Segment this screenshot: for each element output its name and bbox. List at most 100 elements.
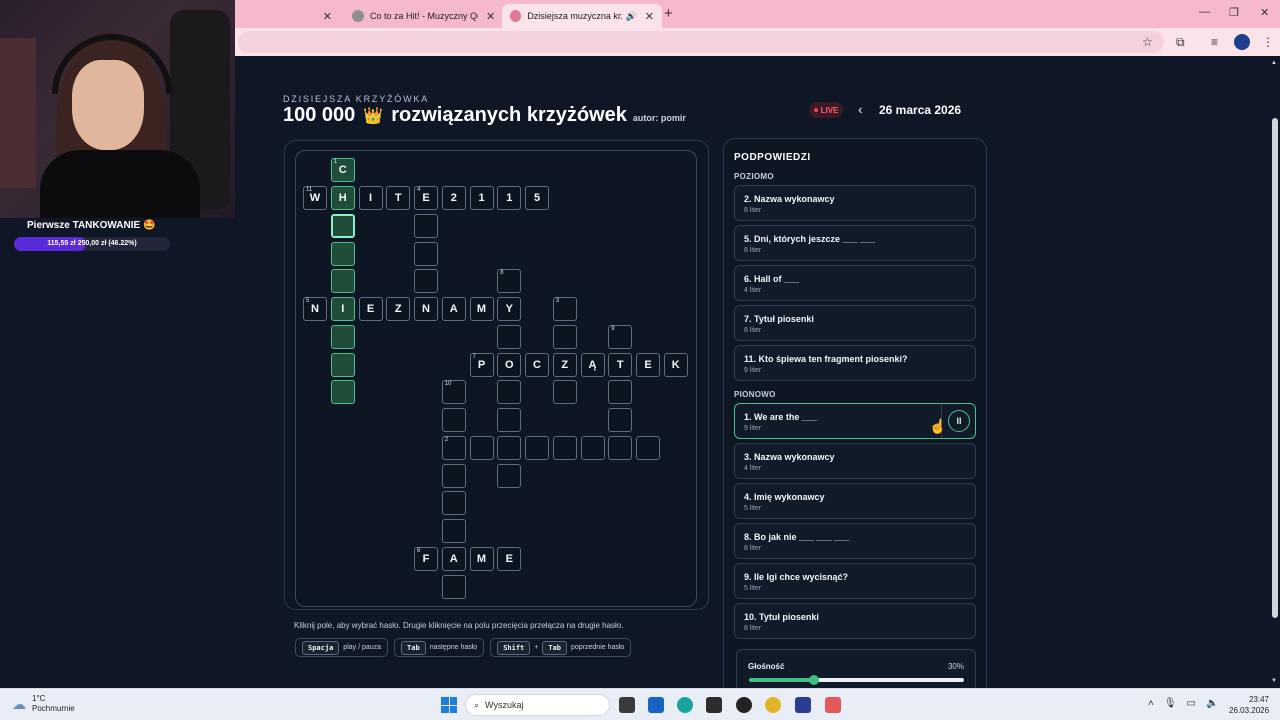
media-control-icon[interactable]: ≡ xyxy=(1211,35,1218,49)
clue-item[interactable]: 5. Dni, których jeszcze ___ ___ 8 liter xyxy=(734,225,976,261)
crossword-cell[interactable] xyxy=(414,213,438,238)
crossword-cell[interactable]: Y xyxy=(497,297,522,321)
crossword-cell[interactable] xyxy=(441,574,466,599)
crossword-cell[interactable] xyxy=(330,380,355,405)
crossword-cell[interactable]: 10 xyxy=(441,380,466,405)
crossword-cell[interactable] xyxy=(608,435,633,460)
crossword-cell[interactable]: E xyxy=(358,297,383,321)
crossword-cell[interactable] xyxy=(414,269,438,294)
crossword-cell[interactable]: 2 xyxy=(441,186,466,210)
taskbar-search[interactable]: ⌕ Wyszukaj xyxy=(465,694,610,716)
crossword-cell[interactable] xyxy=(469,435,494,460)
clue-item[interactable]: 3. Nazwa wykonawcy 4 liter xyxy=(734,443,976,479)
crossword-cell[interactable]: H xyxy=(330,186,355,210)
tab-2[interactable]: Co to za Hit! - Muzyczny Quiz ✕ xyxy=(344,4,504,28)
crossword-cell[interactable]: 6F xyxy=(414,546,438,571)
crossword-cell[interactable] xyxy=(330,269,355,294)
crossword-cell[interactable]: 1C xyxy=(330,158,355,182)
new-tab-button[interactable]: + xyxy=(664,5,673,22)
omnibox[interactable] xyxy=(238,31,1164,53)
scrollbar-thumb[interactable] xyxy=(1272,118,1278,618)
crossword-cell[interactable] xyxy=(608,408,633,432)
clue-item[interactable]: 6. Hall of ___ 4 liter xyxy=(734,265,976,301)
crossword-cell[interactable]: 1 xyxy=(497,186,522,210)
crossword-cell[interactable]: E xyxy=(636,352,660,377)
crossword-cell[interactable]: 5 xyxy=(525,186,549,210)
clock[interactable]: 23:47 26.03.2026 xyxy=(1229,694,1269,716)
crossword-cell[interactable]: T xyxy=(608,352,633,377)
crossword-cell[interactable]: 1 xyxy=(469,186,494,210)
notes-app-icon[interactable] xyxy=(706,697,722,713)
crossword-cell[interactable]: 5N xyxy=(303,297,327,321)
tab-3-active[interactable]: Dzisiejsza muzyczna krzyżó 🔊 ✕ xyxy=(502,4,662,28)
obs-app-icon[interactable] xyxy=(736,697,752,713)
close-tab-icon[interactable]: ✕ xyxy=(486,10,495,23)
crossword-cell[interactable] xyxy=(552,324,577,349)
profile-avatar[interactable] xyxy=(1234,34,1250,50)
microphone-icon[interactable]: 🎙 xyxy=(1164,698,1177,709)
extensions-icon[interactable]: ⧉ xyxy=(1176,35,1185,50)
network-icon[interactable]: ▭ xyxy=(1187,698,1196,709)
crossword-cell[interactable]: M xyxy=(469,546,494,571)
menu-icon[interactable]: ⋮ xyxy=(1262,35,1274,49)
crossword-cell[interactable]: 4E xyxy=(414,186,438,210)
previous-date-button[interactable]: ‹ xyxy=(858,101,863,117)
crossword-cell[interactable] xyxy=(608,380,633,405)
crossword-cell[interactable] xyxy=(580,435,605,460)
crossword-cell[interactable]: M xyxy=(469,297,494,321)
crossword-cell[interactable] xyxy=(636,435,660,460)
restore-button[interactable]: ❐ xyxy=(1229,6,1239,19)
crossword-cell[interactable]: O xyxy=(497,352,522,377)
clue-item[interactable]: 4. Imię wykonawcy 5 liter xyxy=(734,483,976,519)
crossword-cell[interactable] xyxy=(330,352,355,377)
crossword-cell[interactable] xyxy=(525,435,549,460)
clue-item[interactable]: 8. Bo jak nie ___ ___ ___ 8 liter xyxy=(734,523,976,559)
crossword-cell[interactable] xyxy=(330,213,355,238)
crossword-cell[interactable] xyxy=(497,324,522,349)
bookmark-star-icon[interactable]: ☆ xyxy=(1142,35,1153,49)
crossword-cell[interactable] xyxy=(497,435,522,460)
crossword-cell[interactable] xyxy=(441,491,466,516)
crossword-cell[interactable] xyxy=(330,324,355,349)
close-tab-icon[interactable]: ✕ xyxy=(645,10,654,23)
volume-slider[interactable] xyxy=(749,675,964,685)
crossword-cell[interactable]: 3 xyxy=(552,297,577,321)
crossword-cell[interactable] xyxy=(497,463,522,488)
clue-item[interactable]: 9. Ile Igi chce wycisnąć? 5 liter xyxy=(734,563,976,599)
crossword-cell[interactable] xyxy=(552,380,577,405)
crossword-cell[interactable] xyxy=(552,435,577,460)
speaker-icon[interactable]: 🔈 xyxy=(1206,698,1218,709)
crossword-cell[interactable] xyxy=(441,519,466,543)
crossword-cell[interactable]: C xyxy=(525,352,549,377)
crossword-cell[interactable] xyxy=(330,241,355,266)
tab-1[interactable]: ✕ xyxy=(240,4,340,28)
volume-thumb[interactable] xyxy=(808,675,819,685)
crossword-cell[interactable] xyxy=(441,463,466,488)
crossword-cell[interactable]: N xyxy=(414,297,438,321)
clue-item[interactable]: 11. Kto śpiewa ten fragment piosenki? 9 l… xyxy=(734,345,976,381)
start-button[interactable] xyxy=(441,697,457,713)
crossword-cell[interactable]: 2 xyxy=(441,435,466,460)
weather-widget[interactable]: ☁ 1°C Pochmurnie xyxy=(12,694,75,714)
scroll-down-icon[interactable]: ▼ xyxy=(1271,678,1277,684)
close-tab-icon[interactable]: ✕ xyxy=(323,10,332,23)
crossword-cell[interactable] xyxy=(441,408,466,432)
tray-chevron-icon[interactable]: ˄ xyxy=(1148,698,1154,709)
crossword-cell[interactable]: A xyxy=(441,297,466,321)
app-icon-2[interactable] xyxy=(825,697,841,713)
crossword-cell[interactable]: 11 W xyxy=(303,186,327,210)
crossword-cell[interactable] xyxy=(414,241,438,266)
chrome-app-icon[interactable] xyxy=(765,697,781,713)
crossword-cell[interactable]: 8 xyxy=(497,269,522,294)
scroll-up-icon[interactable]: ▲ xyxy=(1271,60,1277,66)
close-window-button[interactable]: ✕ xyxy=(1260,6,1269,19)
crossword-cell[interactable]: A xyxy=(441,546,466,571)
clue-item[interactable]: 10. Tytuł piosenki 8 liter xyxy=(734,603,976,639)
crossword-cell[interactable]: T xyxy=(386,186,411,210)
audio-playing-icon[interactable]: 🔊 xyxy=(626,11,637,22)
crossword-cell[interactable]: 7P xyxy=(469,352,494,377)
page-scrollbar[interactable]: ▲ ▼ xyxy=(1270,58,1280,688)
minimize-button[interactable]: — xyxy=(1199,6,1210,18)
crossword-cell[interactable]: I xyxy=(358,186,383,210)
crossword-cell[interactable] xyxy=(497,408,522,432)
